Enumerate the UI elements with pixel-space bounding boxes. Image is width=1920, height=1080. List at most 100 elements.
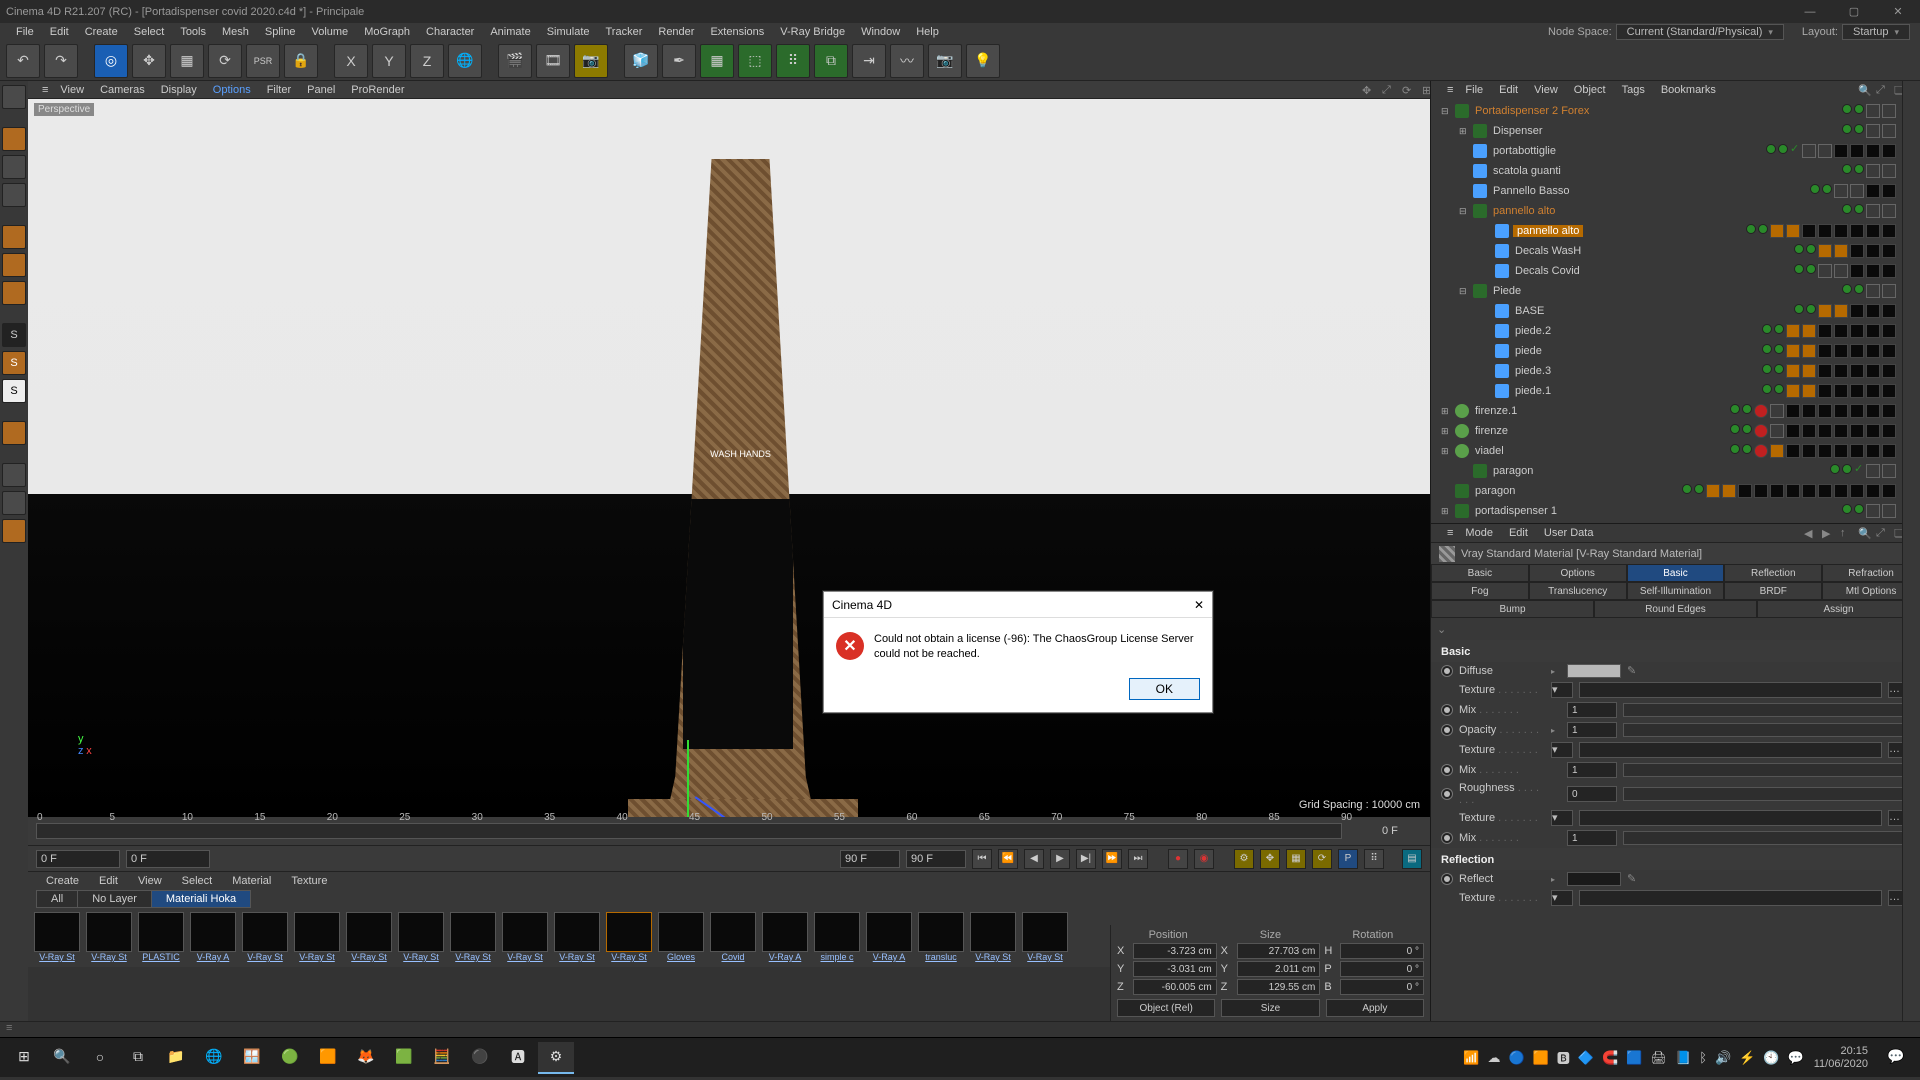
object-row[interactable]: paragon	[1437, 481, 1918, 501]
coord-size-field[interactable]: 2.011 cm	[1237, 961, 1321, 977]
taskbar-app-icon[interactable]: 📁	[158, 1042, 194, 1074]
scale-tool-icon[interactable]: ▦	[170, 44, 204, 78]
object-row[interactable]: ⊞firenze	[1437, 421, 1918, 441]
tag-icon[interactable]	[1866, 204, 1880, 218]
object-row[interactable]: piede.3	[1437, 361, 1918, 381]
pen-tool-icon[interactable]: ✒	[662, 44, 696, 78]
vis-render-icon[interactable]	[1694, 484, 1704, 494]
cube-primitive-icon[interactable]: 🧊	[624, 44, 658, 78]
menu-simulate[interactable]: Simulate	[539, 24, 598, 40]
vis-render-icon[interactable]	[1806, 244, 1816, 254]
object-name[interactable]: Decals Covid	[1513, 265, 1582, 277]
render-picture-viewer-icon[interactable]: 📷	[574, 44, 608, 78]
tag-icon[interactable]	[1866, 364, 1880, 378]
viewmenu-display[interactable]: Display	[153, 82, 205, 98]
tree-twisty-icon[interactable]: ⊞	[1441, 426, 1451, 437]
object-name[interactable]: portabottiglie	[1491, 145, 1558, 157]
taskbar-app-icon[interactable]: ⚫	[462, 1042, 498, 1074]
texture-mode-icon[interactable]	[2, 155, 26, 179]
tag-icon[interactable]	[1882, 104, 1896, 118]
mat-menu-edit[interactable]: Edit	[89, 873, 128, 889]
tag-icon[interactable]	[1770, 484, 1784, 498]
tag-icon[interactable]	[1786, 404, 1800, 418]
psr-icon[interactable]: PSR	[246, 44, 280, 78]
attr-tab-translucency[interactable]: Translucency	[1529, 582, 1627, 600]
key-sel-icon[interactable]: ⚙	[1234, 849, 1254, 869]
object-name[interactable]: Pannello Basso	[1491, 185, 1571, 197]
material-swatch[interactable]: V-Ray St	[346, 912, 392, 962]
material-swatch[interactable]: V-Ray St	[1022, 912, 1068, 962]
vis-editor-icon[interactable]	[1842, 504, 1852, 514]
texture-combo[interactable]: ▾	[1551, 810, 1573, 826]
frame-start-field[interactable]: 0 F	[36, 850, 120, 868]
objmgr-menu-tags[interactable]: Tags	[1614, 82, 1653, 98]
grid3-icon[interactable]	[2, 519, 26, 543]
mat-menu-texture[interactable]: Texture	[281, 873, 337, 889]
mat-menu-select[interactable]: Select	[172, 873, 223, 889]
tray-icon[interactable]: ⚡	[1739, 1050, 1755, 1066]
model-mode-icon[interactable]	[2, 127, 26, 151]
material-swatch[interactable]: transluc	[918, 912, 964, 962]
tag-icon[interactable]	[1866, 504, 1880, 518]
mat-menu-view[interactable]: View	[128, 873, 172, 889]
window-minimize[interactable]: —	[1788, 0, 1832, 23]
vis-editor-icon[interactable]	[1794, 244, 1804, 254]
tag-icon[interactable]	[1786, 384, 1800, 398]
dialog-ok-button[interactable]: OK	[1129, 678, 1200, 700]
tray-icon[interactable]: 🧲	[1602, 1050, 1618, 1066]
material-swatch[interactable]: V-Ray St	[502, 912, 548, 962]
object-row[interactable]: paragon✓	[1437, 461, 1918, 481]
material-swatch[interactable]: PLASTIC	[138, 912, 184, 962]
poly-mode-icon[interactable]	[2, 281, 26, 305]
taskbar-app-icon[interactable]: 🟢	[272, 1042, 308, 1074]
taskbar-app-icon[interactable]: 🟧	[310, 1042, 346, 1074]
object-name[interactable]: paragon	[1491, 465, 1535, 477]
dialog-close-icon[interactable]: ✕	[1194, 598, 1204, 612]
attr-menu-edit[interactable]: Edit	[1501, 525, 1536, 541]
object-row[interactable]: ⊞portadispenser 1	[1437, 501, 1918, 521]
tag-icon[interactable]	[1866, 164, 1880, 178]
texture-slot[interactable]	[1579, 682, 1882, 698]
objmgr-menu-view[interactable]: View	[1526, 82, 1566, 98]
tree-twisty-icon[interactable]: ⊞	[1441, 446, 1451, 457]
tag-icon[interactable]	[1850, 304, 1864, 318]
tag-icon[interactable]	[1882, 364, 1896, 378]
tag-icon[interactable]	[1770, 224, 1784, 238]
param-enable-radio[interactable]	[1441, 665, 1453, 677]
attr-tab-fog[interactable]: Fog	[1431, 582, 1529, 600]
frame-in-a[interactable]: 90 F	[840, 850, 900, 868]
prev-frame-icon[interactable]: ◀	[1024, 849, 1044, 869]
tray-icon[interactable]: 🖨	[1650, 1050, 1667, 1066]
rotate-tool-icon[interactable]: ⟳	[208, 44, 242, 78]
tag-icon[interactable]	[1818, 344, 1832, 358]
tag-icon[interactable]	[1882, 164, 1896, 178]
tag-icon[interactable]	[1818, 264, 1832, 278]
prev-key-icon[interactable]: ⏪	[998, 849, 1018, 869]
attr-tab-bump[interactable]: Bump	[1431, 600, 1594, 618]
vis-render-icon[interactable]	[1774, 364, 1784, 374]
record-icon[interactable]: ●	[1168, 849, 1188, 869]
tag-icon[interactable]	[1834, 264, 1848, 278]
tag-icon[interactable]	[1786, 324, 1800, 338]
objmgr-tool-icon[interactable]: ❏	[1886, 82, 1902, 98]
taskbar-app-icon[interactable]: 🟩	[386, 1042, 422, 1074]
vis-render-icon[interactable]	[1822, 184, 1832, 194]
object-row[interactable]: scatola guanti	[1437, 161, 1918, 181]
material-swatch[interactable]: V-Ray St	[450, 912, 496, 962]
tag-icon[interactable]	[1882, 224, 1896, 238]
tag-icon[interactable]	[1770, 444, 1784, 458]
object-row[interactable]: piede	[1437, 341, 1918, 361]
vis-render-icon[interactable]	[1854, 504, 1864, 514]
vis-render-icon[interactable]	[1854, 204, 1864, 214]
object-name[interactable]: BASE	[1513, 305, 1546, 317]
world-icon[interactable]: 🌐	[448, 44, 482, 78]
tag-icon[interactable]	[1786, 444, 1800, 458]
vis-render-icon[interactable]	[1778, 144, 1788, 154]
material-swatch[interactable]: V-Ray St	[606, 912, 652, 962]
menu-v-ray-bridge[interactable]: V-Ray Bridge	[772, 24, 853, 40]
param-expand-icon[interactable]: ▸	[1551, 726, 1561, 735]
object-row[interactable]: ⊟pannello alto	[1437, 201, 1918, 221]
undo-icon[interactable]: ↶	[6, 44, 40, 78]
material-swatch[interactable]: Covid	[710, 912, 756, 962]
tray-icon[interactable]: ☁	[1488, 1050, 1501, 1066]
